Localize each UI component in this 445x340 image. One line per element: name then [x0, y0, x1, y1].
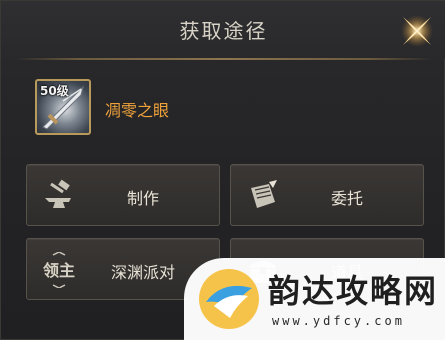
- sword-weapon-icon[interactable]: 50级: [35, 79, 91, 135]
- source-craft-button[interactable]: 制作: [26, 164, 220, 226]
- site-name: 韵达攻略网: [268, 272, 439, 310]
- site-logo: [196, 266, 262, 332]
- source-commission-button[interactable]: 委托: [230, 164, 424, 226]
- title-bar: 获取途径: [1, 1, 445, 59]
- dialog-title: 获取途径: [179, 19, 268, 43]
- close-sparkle-icon[interactable]: [399, 13, 435, 49]
- anvil-hammer-icon: [41, 178, 77, 214]
- source-label: 制作: [126, 189, 159, 208]
- title-divider: [15, 58, 433, 60]
- svg-text:领主: 领主: [43, 261, 75, 280]
- item-level: 50级: [40, 84, 69, 98]
- item-name: 凋零之眼: [105, 101, 170, 120]
- site-watermark: 韵达攻略网 www.ydfcy.com: [184, 258, 445, 340]
- site-url: www.ydfcy.com: [272, 314, 405, 328]
- item-row: 50级 凋零之眼: [35, 79, 335, 135]
- scroll-quill-icon: [245, 178, 281, 214]
- source-label: 委托: [330, 189, 363, 208]
- boss-icon: 领主: [41, 251, 77, 289]
